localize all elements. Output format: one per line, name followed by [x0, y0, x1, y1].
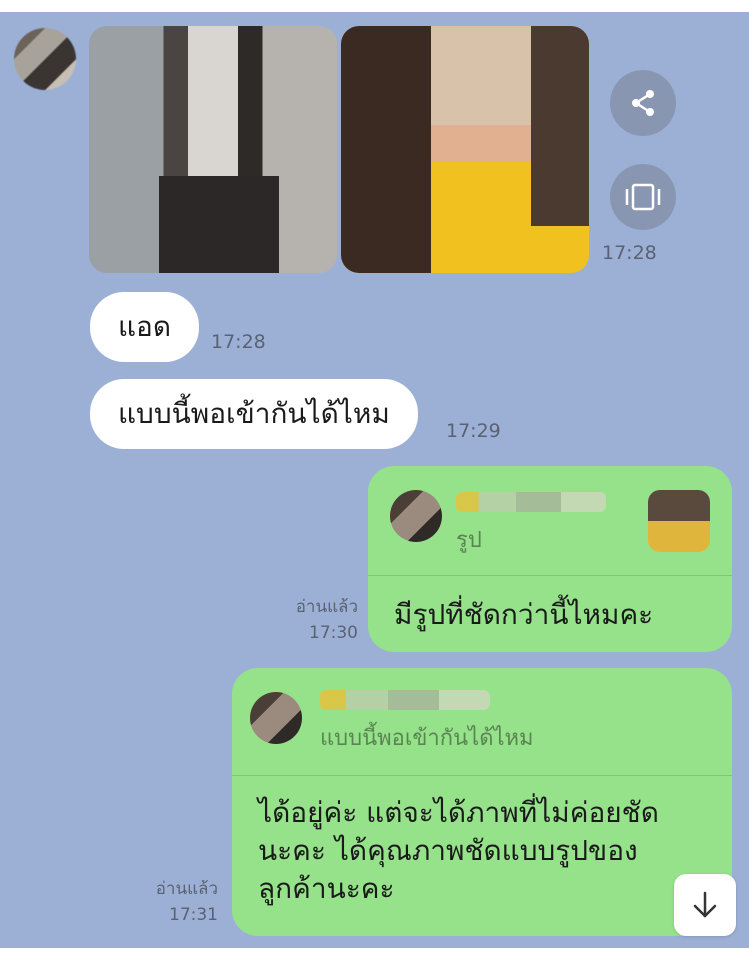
quoted-text: แบบนี้พอเข้ากันได้ไหม	[320, 726, 534, 751]
view-all-button[interactable]	[610, 164, 676, 230]
message-time: 17:29	[446, 420, 501, 442]
quoted-avatar	[250, 692, 302, 744]
read-label: อ่านแล้ว	[295, 597, 358, 617]
bottom-edge	[0, 948, 749, 960]
arrow-down-icon	[693, 891, 717, 918]
read-time: 17:31	[169, 905, 218, 925]
gallery-icon	[625, 183, 661, 211]
message-line: นะคะ ได้คุณภาพชัดแบบรูปของ	[258, 834, 638, 867]
message-time: 17:28	[211, 331, 266, 353]
incoming-message-2[interactable]: แบบนี้พอเข้ากันได้ไหม	[90, 379, 418, 449]
quoted-sender-name	[456, 492, 606, 512]
read-time: 17:30	[309, 623, 358, 643]
quoted-message[interactable]: แบบนี้พอเข้ากันได้ไหม	[232, 668, 732, 776]
outgoing-reply-2[interactable]: แบบนี้พอเข้ากันได้ไหม ได้อยู่ค่ะ แต่จะได…	[232, 668, 732, 936]
read-receipt: อ่านแล้ว 17:30	[260, 594, 358, 646]
incoming-message-1[interactable]: แอด	[90, 292, 200, 362]
share-button[interactable]	[610, 70, 676, 136]
message-text: มีรูปที่ชัดกว่านี้ไหมคะ	[394, 598, 654, 631]
message-line: ได้อยู่ค่ะ แต่จะได้ภาพที่ไม่ค่อยชัด	[258, 796, 659, 829]
quoted-avatar	[390, 490, 442, 542]
message-line: ลูกค้านะคะ	[258, 872, 395, 905]
scroll-to-bottom-button[interactable]	[674, 874, 736, 936]
image-time: 17:28	[602, 242, 657, 264]
outgoing-reply-1[interactable]: รูป มีรูปที่ชัดกว่านี้ไหมคะ	[368, 466, 732, 652]
message-text: แบบนี้พอเข้ากันได้ไหม	[118, 397, 390, 430]
message-text: ได้อยู่ค่ะ แต่จะได้ภาพที่ไม่ค่อยชัด นะคะ…	[258, 794, 659, 908]
share-icon	[632, 90, 654, 116]
quoted-message[interactable]: รูป	[368, 466, 732, 576]
quoted-text: รูป	[456, 528, 482, 553]
read-receipt: อ่านแล้ว 17:31	[120, 876, 218, 928]
photo-1[interactable]	[89, 26, 337, 273]
quoted-sender-name	[320, 690, 490, 710]
message-text: แอด	[118, 310, 172, 343]
top-edge	[0, 0, 749, 12]
photo-2[interactable]	[341, 26, 589, 273]
quoted-thumbnail	[648, 490, 710, 552]
read-label: อ่านแล้ว	[155, 879, 218, 899]
sender-avatar[interactable]	[14, 28, 76, 90]
